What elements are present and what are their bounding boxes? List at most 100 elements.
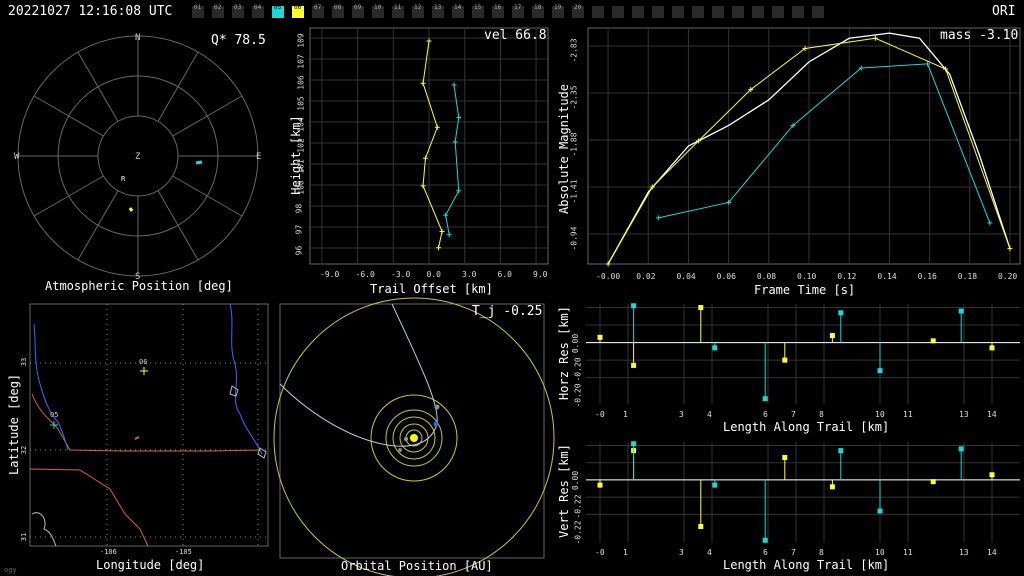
cam06-horz-point xyxy=(989,345,995,351)
mag-y-tick: -0.94 xyxy=(569,226,579,251)
mag-y-tick: -1.88 xyxy=(569,132,579,157)
cam05-horz-point xyxy=(958,308,964,314)
cam06-horz-point xyxy=(782,357,788,363)
camera-indicator-20[interactable]: 20 xyxy=(572,4,584,18)
horz-x-tick: 14 xyxy=(987,410,997,419)
camera-indicator-slot23[interactable] xyxy=(652,6,664,18)
camera-indicator-slot28[interactable] xyxy=(752,6,764,18)
camera-indicator-slot31[interactable] xyxy=(812,6,824,18)
camera-indicator-04[interactable]: 04 xyxy=(252,4,264,18)
camera-indicator-01[interactable]: 01 xyxy=(192,4,204,18)
sun-marker xyxy=(410,434,418,442)
camera-indicator-06[interactable]: 06 xyxy=(292,4,304,18)
map-y-tick-33: 33 xyxy=(20,357,29,367)
trail-x-tick: 6.0 xyxy=(497,270,512,279)
trail-y-tick: 101 xyxy=(296,159,306,174)
camera-id-label: 03 xyxy=(234,4,242,11)
camera-id-label: 08 xyxy=(334,4,342,11)
camera-indicator-03[interactable]: 03 xyxy=(232,4,244,18)
meteoroid-orbit-path xyxy=(279,303,438,447)
horz-x-label: Length Along Trail [km] xyxy=(723,420,890,434)
polar-spoke xyxy=(77,51,119,122)
vert-x-tick: 3 xyxy=(679,548,684,557)
trail-y-tick: 97 xyxy=(294,224,304,235)
camera-indicator-13[interactable]: 13 xyxy=(432,4,444,18)
cam06-vert-point xyxy=(829,484,835,490)
mag-y-tick: -1.41 xyxy=(569,179,579,204)
polar-spoke xyxy=(157,190,199,261)
camera-indicator-15[interactable]: 15 xyxy=(472,4,484,18)
east-label: E xyxy=(256,152,261,162)
mercury-marker xyxy=(404,437,408,441)
orbital-position-plot xyxy=(273,297,555,576)
camera-indicator-16[interactable]: 16 xyxy=(492,4,504,18)
trail-y-tick: 105 xyxy=(296,96,306,111)
camera-indicator-slot30[interactable] xyxy=(792,6,804,18)
cam06-vert-point xyxy=(930,479,936,485)
camera-indicator-10[interactable]: 10 xyxy=(372,4,384,18)
trail-y-tick: 107 xyxy=(296,54,306,69)
camera-indicator-02[interactable]: 02 xyxy=(212,4,224,18)
cam05-vert-point xyxy=(762,537,768,543)
vert-x-tick: 7 xyxy=(791,548,796,557)
camera-id-label: 04 xyxy=(254,4,262,11)
cam05-vert-point xyxy=(631,441,637,447)
camera-indicator-17[interactable]: 17 xyxy=(512,4,524,18)
cam06-horz-point xyxy=(930,338,936,344)
map-y-tick-32: 32 xyxy=(20,445,29,455)
station-06-label: 06 xyxy=(139,358,147,366)
trail-y-tick: 106 xyxy=(296,75,306,90)
mag-x-tick: 0.18 xyxy=(957,272,978,281)
polar-spoke xyxy=(77,190,119,261)
camera-indicator-12[interactable]: 12 xyxy=(412,4,424,18)
mag-x-tick: 0.02 xyxy=(636,272,656,281)
map-river-west xyxy=(33,323,69,451)
horz-x-tick: -0 xyxy=(595,410,605,419)
camera-indicator-slot21[interactable] xyxy=(612,6,624,18)
polar-spoke xyxy=(157,51,199,122)
cam06-horz-point xyxy=(829,333,835,339)
mag-x-tick: 0.14 xyxy=(877,272,897,281)
camera-id-label: 11 xyxy=(394,4,402,11)
camera-indicator-slot22[interactable] xyxy=(632,6,644,18)
camera-indicator-14[interactable]: 14 xyxy=(452,4,464,18)
camera-indicator-slot20[interactable] xyxy=(592,6,604,18)
trail-y-tick: 102 xyxy=(296,138,306,153)
trail-y-tick: 100 xyxy=(296,180,306,195)
camera-indicator-05[interactable]: 05 xyxy=(272,4,284,18)
camera-id-label: 15 xyxy=(474,4,482,11)
camera-indicator-19[interactable]: 19 xyxy=(552,4,564,18)
mag-x-tick: 0.04 xyxy=(676,272,696,281)
cam06-vert-point xyxy=(989,472,995,478)
orbit-x-label: Orbital Position [AU] xyxy=(341,559,493,573)
camera-indicator-08[interactable]: 08 xyxy=(332,4,344,18)
camera-indicator-11[interactable]: 11 xyxy=(392,4,404,18)
cam05-vert-point xyxy=(712,482,718,488)
camera-indicator-09[interactable]: 09 xyxy=(352,4,364,18)
camera-id-label: 09 xyxy=(354,4,362,11)
camera-indicator-slot24[interactable] xyxy=(672,6,684,18)
vert-x-tick: 8 xyxy=(819,548,824,557)
vertical-residual-plot xyxy=(586,441,1020,543)
vert-x-tick: 10 xyxy=(875,548,885,557)
camera-id-label: 01 xyxy=(194,4,202,11)
camera-id-label: 02 xyxy=(214,4,222,11)
camera-indicator-slot25[interactable] xyxy=(692,6,704,18)
horz-x-tick: 10 xyxy=(875,410,885,419)
vert-x-tick: 1 xyxy=(623,548,628,557)
trail-x-tick: 0.0 xyxy=(426,270,441,279)
horz-x-tick: 7 xyxy=(791,410,796,419)
camera-indicator-07[interactable]: 07 xyxy=(312,4,324,18)
atmospheric-position-plot: N S E W Z R xyxy=(14,33,261,282)
trail-y-tick: 98 xyxy=(294,203,304,214)
camera-indicator-slot27[interactable] xyxy=(732,6,744,18)
camera-indicator-slot26[interactable] xyxy=(712,6,724,18)
cam05-atmos-track xyxy=(195,160,203,165)
horz-x-tick: 8 xyxy=(819,410,824,419)
camera-indicator-slot29[interactable] xyxy=(772,6,784,18)
tj-label: T_j -0.25 xyxy=(472,304,543,319)
trail-plot xyxy=(309,27,549,265)
mag-x-tick: 0.10 xyxy=(797,272,817,281)
camera-indicator-18[interactable]: 18 xyxy=(532,4,544,18)
cam05-horz-point xyxy=(877,368,883,374)
